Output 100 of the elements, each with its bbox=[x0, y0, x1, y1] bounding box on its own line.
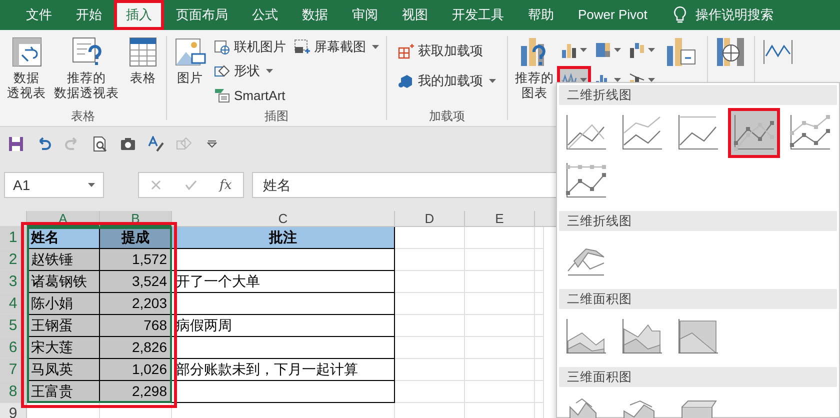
customize-icon[interactable] bbox=[204, 140, 220, 148]
table-cell bbox=[535, 359, 544, 381]
ribbon-tab[interactable]: 开始 bbox=[64, 0, 114, 30]
ribbon-tab[interactable]: 帮助 bbox=[516, 0, 566, 30]
column-header[interactable]: C bbox=[172, 211, 395, 227]
table-cell: 2,203 bbox=[100, 293, 172, 315]
table-cell: 诸葛钢铁 bbox=[27, 271, 100, 293]
table-icon bbox=[127, 36, 159, 68]
ribbon-tab[interactable]: 公式 bbox=[240, 0, 290, 30]
chart-thumbnail-icon bbox=[677, 114, 719, 152]
table-cell bbox=[395, 359, 465, 381]
group-label: 加载项 bbox=[429, 108, 465, 125]
ribbon-button[interactable]: 我的加载项 bbox=[395, 70, 499, 92]
table-cell bbox=[535, 249, 544, 271]
chart-thumbnail-icon bbox=[565, 162, 607, 200]
ribbon-tab[interactable]: 文件 bbox=[14, 0, 64, 30]
waterfall-chart-icon bbox=[629, 42, 645, 58]
table-cell bbox=[535, 293, 544, 315]
column-header[interactable]: E bbox=[465, 211, 535, 227]
chart-thumbnail-icon bbox=[621, 114, 663, 152]
table-cell bbox=[395, 315, 465, 337]
table-cell: 3,524 bbox=[100, 271, 172, 293]
table-cell: 开了一个大单 bbox=[172, 271, 395, 293]
table-cell: 批注 bbox=[172, 227, 395, 249]
table-cell: 1,026 bbox=[100, 359, 172, 381]
select-all-corner[interactable] bbox=[0, 211, 27, 227]
ribbon-tab[interactable]: 页面布局 bbox=[164, 0, 240, 30]
table-cell: 2,826 bbox=[100, 337, 172, 359]
column-chart-icon bbox=[561, 42, 577, 58]
group-label: 表格 bbox=[71, 108, 95, 125]
table-cell bbox=[465, 337, 535, 359]
pivot-table-icon bbox=[10, 36, 42, 68]
table-cell bbox=[535, 315, 544, 337]
ribbon-tab[interactable]: 审阅 bbox=[340, 0, 390, 30]
chart-thumbnail-icon bbox=[789, 114, 831, 152]
store-icon bbox=[398, 43, 414, 59]
pivot-chart-icon bbox=[665, 36, 697, 68]
ribbon-button[interactable]: 联机图片 bbox=[211, 36, 289, 58]
menu-section-title: 三维折线图 bbox=[559, 211, 837, 231]
online-picture-icon bbox=[214, 39, 230, 55]
ribbon-button[interactable]: 表格 bbox=[124, 34, 162, 108]
table-cell bbox=[395, 381, 465, 403]
chart-thumbnail-icon bbox=[565, 318, 607, 356]
table-cell: 王钢蛋 bbox=[27, 315, 100, 337]
tell-me-search[interactable]: 操作说明搜索 bbox=[687, 0, 786, 30]
table-cell bbox=[535, 381, 544, 403]
table-cell: 1,572 bbox=[100, 249, 172, 271]
treemap-icon bbox=[595, 42, 611, 58]
table-cell: 赵铁锤 bbox=[27, 249, 100, 271]
table-cell bbox=[465, 271, 535, 293]
ribbon-button[interactable]: 推荐的 图表 bbox=[512, 34, 557, 126]
table-cell bbox=[535, 271, 544, 293]
print-preview-icon[interactable] bbox=[92, 136, 108, 152]
ribbon-tab[interactable]: 数据 bbox=[290, 0, 340, 30]
caret-icon bbox=[648, 48, 655, 52]
group-label: 插图 bbox=[264, 108, 288, 125]
table-cell bbox=[465, 315, 535, 337]
add-in-icon bbox=[398, 73, 414, 89]
table-cell: 病假两周 bbox=[172, 315, 395, 337]
caret-icon bbox=[88, 183, 95, 187]
table-cell bbox=[395, 249, 465, 271]
ribbon-button[interactable]: SmartArt bbox=[211, 84, 289, 106]
table-cell: 768 bbox=[100, 315, 172, 337]
ribbon-button[interactable]: 形状 bbox=[211, 60, 289, 82]
save-icon[interactable] bbox=[8, 136, 24, 152]
chart-thumbnail-icon bbox=[621, 318, 663, 356]
row-header[interactable]: 9 bbox=[0, 403, 27, 418]
ribbon-button[interactable]: 图片 bbox=[171, 34, 209, 108]
chart-thumbnail-icon bbox=[677, 318, 719, 356]
name-box[interactable]: A1 bbox=[4, 172, 104, 198]
insert-function-button[interactable]: fx bbox=[220, 178, 232, 192]
table-cell bbox=[395, 271, 465, 293]
ribbon-button[interactable]: 推荐的 数据透视表 bbox=[51, 34, 122, 108]
ribbon-button[interactable]: 数据 透视表 bbox=[4, 34, 49, 108]
table-cell bbox=[465, 249, 535, 271]
column-header[interactable]: D bbox=[395, 211, 465, 227]
ribbon-button[interactable]: 获取加载项 bbox=[395, 40, 499, 62]
ribbon-tab[interactable]: 视图 bbox=[390, 0, 440, 30]
globe-map-icon bbox=[715, 36, 747, 68]
ribbon-tab[interactable]: 开发工具 bbox=[440, 0, 516, 30]
camera-icon[interactable] bbox=[120, 136, 136, 152]
table-question-icon bbox=[70, 36, 102, 68]
ribbon-button[interactable]: 屏幕截图 bbox=[291, 36, 382, 58]
table-cell bbox=[535, 337, 544, 359]
table-cell: 马凤英 bbox=[27, 359, 100, 381]
chart-thumbnail-icon bbox=[733, 114, 775, 152]
ribbon-tab[interactable]: 插入 bbox=[114, 0, 164, 30]
table-cell: 部分账款未到，下月一起计算 bbox=[172, 359, 395, 381]
table-cell: 宋大莲 bbox=[27, 337, 100, 359]
picture-icon bbox=[174, 36, 206, 68]
caret-icon bbox=[580, 48, 587, 52]
spelling-icon[interactable] bbox=[148, 136, 164, 152]
lightbulb-icon bbox=[673, 6, 688, 24]
menu-section-title: 三维面积图 bbox=[559, 367, 837, 387]
table-cell: 陈小娟 bbox=[27, 293, 100, 315]
table-cell bbox=[395, 293, 465, 315]
ribbon-tab[interactable]: Power Pivot bbox=[566, 0, 660, 30]
chart-type-option[interactable] bbox=[731, 111, 777, 155]
menu-section-title: 二维面积图 bbox=[559, 289, 837, 309]
shapes-icon bbox=[214, 63, 230, 79]
